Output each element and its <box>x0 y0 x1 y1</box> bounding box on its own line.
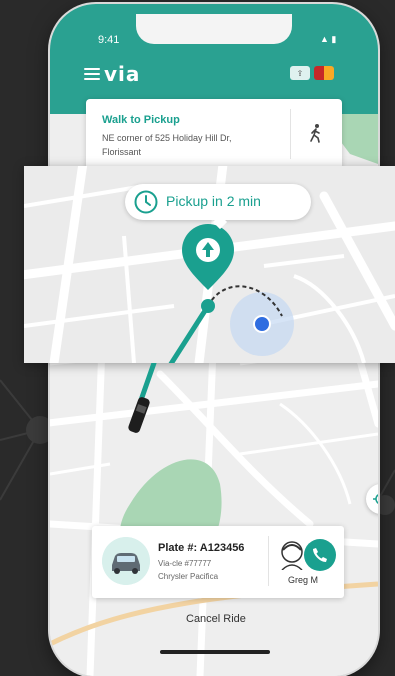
driver-name: Greg M <box>288 575 319 585</box>
pickup-zoom-panel: Pickup in 2 min <box>24 166 395 363</box>
vehicle-icon <box>102 537 150 585</box>
wallet-icon[interactable] <box>314 66 334 80</box>
phone-icon <box>313 548 327 562</box>
walk-to-pickup-card[interactable]: Walk to Pickup NE corner of 525 Holiday … <box>86 99 342 169</box>
ride-details-card[interactable]: Plate #: A123456 Via-cle #77777 Chrysler… <box>92 526 344 598</box>
hamburger-menu-icon[interactable] <box>84 68 100 80</box>
pickup-address: NE corner of 525 Holiday Hill Dr, Floris… <box>102 133 232 157</box>
ride-card-divider <box>268 536 269 586</box>
driver-avatar <box>281 541 303 570</box>
vehicle-plate: Plate #: A123456 <box>158 542 245 554</box>
crosshair-icon <box>373 494 378 504</box>
walk-card-title: Walk to Pickup <box>102 114 180 126</box>
status-icons: ▲ ▮ <box>320 34 337 44</box>
vehicle-id: Via-cle #77777 <box>158 559 212 568</box>
pickup-eta-pill: Pickup in 2 min <box>125 184 311 220</box>
walking-person-icon <box>310 124 320 143</box>
share-icon[interactable]: ⇪ <box>290 66 310 80</box>
cancel-ride-button[interactable]: Cancel Ride <box>186 613 246 625</box>
phone-notch <box>136 14 292 44</box>
route-to-car <box>128 363 157 433</box>
vehicle-model: Chrysler Pacifica <box>158 572 219 581</box>
app-header: via <box>84 62 140 86</box>
status-time: 9:41 <box>98 34 120 46</box>
walk-card-divider <box>290 109 291 159</box>
clock-icon <box>134 190 158 214</box>
call-driver-button[interactable] <box>304 539 336 571</box>
home-indicator <box>160 650 270 654</box>
pickup-eta-text: Pickup in 2 min <box>166 193 261 209</box>
via-logo: via <box>104 62 141 86</box>
header-actions: ⇪ <box>290 66 334 80</box>
